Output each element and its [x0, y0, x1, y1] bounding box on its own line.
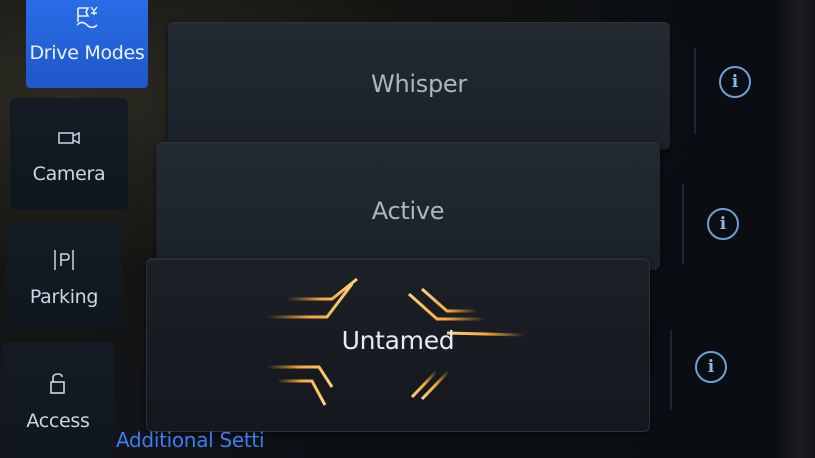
mode-label: Whisper [371, 70, 467, 98]
sidebar: Drive Modes Camera Parking Access [0, 0, 150, 458]
active-info-button[interactable]: i [707, 208, 739, 240]
sidebar-item-label: Access [26, 410, 90, 432]
info-icon: i [719, 214, 727, 234]
touchscreen: Drive Modes Camera Parking Access Whispe… [0, 0, 815, 458]
camera-icon [10, 130, 128, 150]
parking-icon [6, 248, 122, 276]
mode-label: Active [371, 197, 445, 225]
mode-untamed-button[interactable]: Untamed [146, 258, 650, 432]
untamed-info-button[interactable]: i [695, 351, 727, 383]
sidebar-item-access[interactable]: Access [2, 342, 114, 458]
info-icon: i [731, 72, 739, 92]
mode-label: Untamed [341, 326, 455, 355]
sidebar-item-parking[interactable]: Parking [6, 222, 122, 330]
whisper-info-button[interactable]: i [719, 66, 751, 98]
mode-active-button[interactable]: Active [156, 142, 660, 270]
sidebar-item-label: Camera [32, 163, 106, 185]
sidebar-item-label: Drive Modes [29, 42, 145, 64]
divider [682, 184, 684, 264]
divider [694, 48, 696, 134]
mode-whisper-button[interactable]: Whisper [168, 22, 670, 150]
info-icon: i [707, 357, 715, 377]
sidebar-item-drive-modes[interactable]: Drive Modes [26, 0, 148, 88]
drive-modes-icon [26, 4, 148, 32]
divider [670, 330, 672, 410]
additional-settings-link[interactable]: Additional Setti [116, 428, 265, 452]
sidebar-item-label: Parking [29, 286, 99, 308]
sidebar-item-camera[interactable]: Camera [10, 98, 128, 210]
lock-icon [2, 372, 114, 400]
